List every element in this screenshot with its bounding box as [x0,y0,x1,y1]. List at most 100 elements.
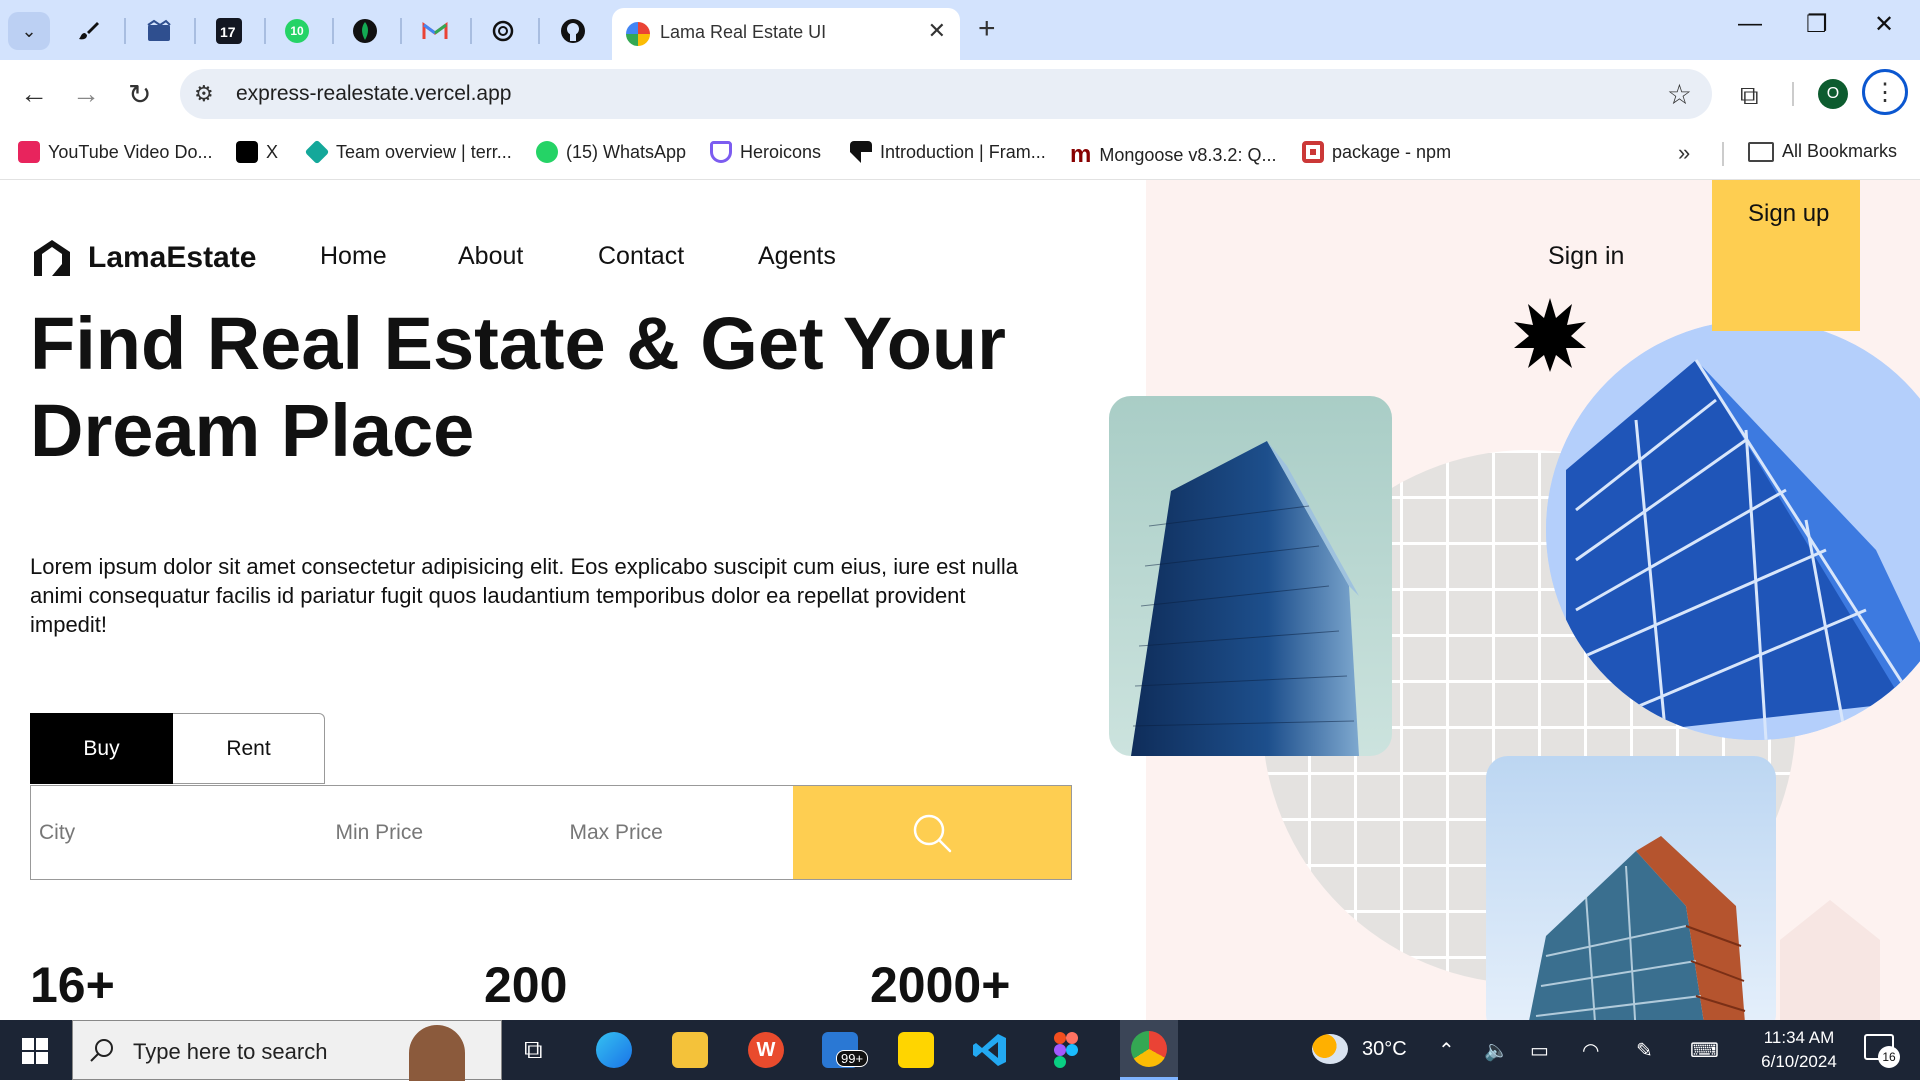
max-price-input[interactable] [561,786,794,879]
nav-contact[interactable]: Contact [598,242,684,271]
figma-icon[interactable] [1054,1032,1078,1068]
weather-icon[interactable] [1312,1034,1348,1064]
bookmark-item-5[interactable]: Introduction | Fram... [850,141,1046,163]
pinned-tab-github[interactable] [556,14,590,48]
bookmark-star-icon[interactable]: ☆ [1667,78,1692,111]
listing-type-tabs: Buy Rent [30,713,325,784]
task-view-icon[interactable]: ⧉ [524,1034,543,1066]
chevron-up-icon[interactable]: ⌃ [1438,1038,1455,1063]
bookmark-item-0[interactable]: YouTube Video Do... [18,141,212,163]
tab-title: Lama Real Estate UI [660,22,827,42]
pinned-tab-openai[interactable] [486,14,520,48]
taskbar-search-placeholder: Type here to search [133,1039,328,1064]
edge-icon[interactable] [596,1032,632,1068]
back-button[interactable]: ← [20,78,48,110]
windows-start-icon[interactable] [22,1038,48,1064]
keyboard-icon[interactable]: ⌨ [1690,1038,1719,1063]
search-icon [90,1039,113,1062]
taskbar-search[interactable]: Type here to search [72,1020,502,1081]
mail-badge: 99+ [836,1050,869,1067]
stat-properties: 2000+ [870,957,1011,1013]
signup-button[interactable]: Sign up [1712,180,1860,331]
nav-agents[interactable]: Agents [758,242,836,271]
clock-time: 11:34 AM [1763,1028,1835,1047]
active-tab[interactable]: Lama Real Estate UI ✕ [612,8,960,60]
npm-icon [1302,141,1324,163]
notification-count: 16 [1878,1046,1900,1068]
pinned-tab-mongodb[interactable] [348,14,382,48]
bookmark-item-2[interactable]: Team overview | terr... [304,139,512,165]
pinned-tab-gmail[interactable] [418,14,452,48]
site-logo[interactable]: LamaEstate [30,236,256,280]
sticky-notes-icon[interactable] [898,1032,934,1068]
address-bar[interactable]: ⚙ express-realestate.vercel.app ☆ [180,69,1712,119]
shield-icon [710,141,732,163]
pen-icon[interactable]: ✎ [1636,1038,1653,1063]
browser-menu-button[interactable]: ⋮ [1862,69,1908,115]
tab-rent[interactable]: Rent [173,713,325,784]
nav-home[interactable]: Home [320,242,387,271]
city-input[interactable] [31,786,328,879]
close-window-button[interactable]: ✕ [1874,10,1894,39]
taskbar-clock[interactable]: 11:34 AM 6/10/2024 [1744,1026,1854,1074]
chrome-taskbar-button[interactable] [1120,1020,1178,1080]
stat-awards: 200 [484,957,568,1013]
reload-button[interactable]: ↻ [128,78,151,111]
bookmark-item-6[interactable]: m Mongoose v8.3.2: Q... [1070,141,1276,169]
leaf-icon [353,19,377,43]
weather-temp[interactable]: 30°C [1362,1038,1407,1061]
signin-link[interactable]: Sign in [1548,242,1624,271]
house-outline-icon [1780,900,1880,1020]
windows-taskbar: Type here to search ⧉ W 99+ 30°C ⌃ 🔈 ▭ ◠… [0,1020,1920,1081]
avatar [409,1025,465,1081]
vscode-icon[interactable] [972,1032,1008,1068]
mail-icon[interactable]: 99+ [822,1032,869,1068]
brick-building-image [1529,836,1746,1020]
pinned-tab-2[interactable] [142,14,176,48]
minimize-button[interactable]: — [1738,10,1762,38]
restore-button[interactable]: ❐ [1806,10,1828,39]
pinned-tab-3[interactable]: 17 [212,14,246,48]
wifi-icon[interactable]: ◠ [1582,1038,1599,1063]
tab-search-button[interactable]: ⌄ [8,12,50,50]
more-bookmarks-icon[interactable]: » [1678,140,1690,166]
bookmarks-bar: YouTube Video Do... X Team overview | te… [0,128,1920,180]
wps-office-icon[interactable]: W [748,1032,784,1068]
site-info-icon[interactable]: ⚙ [194,81,214,107]
brush-icon [79,22,99,40]
pinned-tab-whatsapp[interactable]: 10 [280,14,314,48]
forward-button[interactable]: → [72,78,100,110]
logo-icon [34,240,70,276]
bookmark-item-7[interactable]: package - npm [1302,141,1451,163]
profile-avatar[interactable]: O [1818,79,1848,109]
chrome-icon [1131,1031,1167,1067]
nav-about[interactable]: About [458,242,523,271]
svg-text:17: 17 [220,24,236,40]
tab-strip: ⌄ 17 10 Lama Real Estate UI ✕ + — ❐ ✕ [0,0,1920,60]
min-price-input[interactable] [327,786,562,879]
tower-image-card [1109,396,1392,756]
bookmark-item-4[interactable]: Heroicons [710,141,821,163]
framer-icon [850,141,872,163]
pinned-tab-1[interactable] [72,14,106,48]
all-bookmarks-button[interactable]: All Bookmarks [1748,141,1897,162]
new-tab-button[interactable]: + [978,12,996,46]
search-icon [913,814,952,852]
battery-icon[interactable]: ▭ [1530,1038,1549,1063]
openai-icon [492,20,514,42]
clapper-icon [147,19,171,41]
github-icon [561,19,585,43]
search-button[interactable] [793,786,1071,879]
tradingview-icon: 17 [216,18,242,44]
bookmark-item-3[interactable]: (15) WhatsApp [536,141,686,163]
close-tab-icon[interactable]: ✕ [928,18,946,44]
search-form [30,785,1072,880]
notification-icon[interactable]: 16 [1864,1034,1900,1068]
mongoose-icon: m [1070,141,1092,168]
tab-buy[interactable]: Buy [30,713,173,784]
hero-description: Lorem ipsum dolor sit amet consectetur a… [30,554,1019,637]
volume-icon[interactable]: 🔈 [1484,1038,1509,1063]
bookmark-item-1[interactable]: X [236,141,278,163]
file-explorer-icon[interactable] [672,1032,708,1068]
extensions-icon[interactable]: ⧉ [1740,80,1759,112]
